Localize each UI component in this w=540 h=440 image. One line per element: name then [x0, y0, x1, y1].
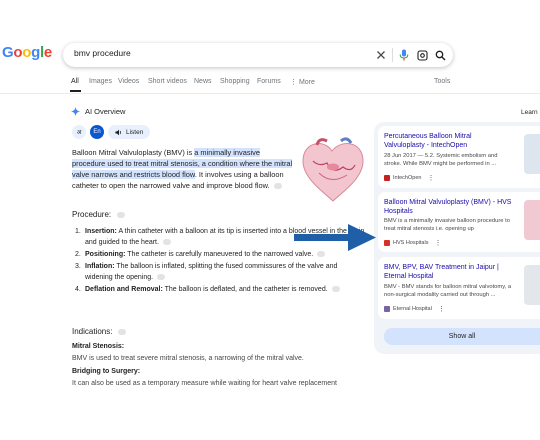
- indication-text: BMV is used to treat severe mitral steno…: [72, 355, 304, 362]
- sparkle-icon: [71, 107, 80, 116]
- citation-link-icon[interactable]: [331, 286, 340, 293]
- language-controls: अ En Listen: [72, 125, 151, 139]
- tab-news[interactable]: News: [194, 78, 212, 85]
- logo-letter: g: [31, 44, 40, 61]
- overview-summary: Balloon Mitral Valvuloplasty (BMV) is a …: [72, 147, 294, 191]
- source-title[interactable]: Percutaneous Balloon Mitral Valvuloplast…: [384, 132, 514, 150]
- source-snippet: BMV - BMV stands for balloon mitral valv…: [384, 284, 512, 298]
- speaker-icon: [115, 129, 121, 135]
- listen-label: Listen: [126, 128, 144, 136]
- step-number: 4.: [75, 286, 81, 293]
- indications-heading-text: Indications:: [72, 327, 113, 336]
- search-box[interactable]: bmv procedure: [63, 43, 453, 67]
- procedure-heading: Procedure:: [72, 210, 126, 219]
- logo-letter: e: [43, 44, 52, 61]
- tab-all[interactable]: All: [71, 78, 79, 85]
- indications-heading: Indications:: [72, 327, 127, 336]
- source-site-name: IntechOpen: [393, 175, 422, 181]
- source-site: IntechOpen ⋮: [384, 174, 434, 182]
- language-hindi-button[interactable]: अ: [72, 125, 86, 139]
- show-all-button[interactable]: Show all: [384, 328, 540, 345]
- summary-text: Balloon Mitral Valvuloplasty (BMV) is: [72, 148, 195, 157]
- more-dots-icon: ⋮: [290, 79, 299, 86]
- logo-letter: o: [22, 44, 32, 61]
- source-title[interactable]: Balloon Mitral Valvuloplasty (BMV) - HVS…: [384, 198, 514, 216]
- source-thumbnail[interactable]: [524, 200, 540, 240]
- step-text: The balloon is deflated, and the cathete…: [162, 286, 328, 293]
- tab-shopping[interactable]: Shopping: [220, 78, 250, 85]
- tab-images[interactable]: Images: [89, 78, 112, 85]
- source-site: Eternal Hospital ⋮: [384, 305, 445, 313]
- tab-more-label: More: [298, 79, 315, 86]
- active-tab-indicator: [70, 90, 81, 92]
- listen-button[interactable]: Listen: [108, 125, 151, 139]
- hvs-favicon-icon: [384, 240, 390, 246]
- source-thumbnail[interactable]: [524, 134, 540, 174]
- indication-title: Bridging to Surgery:: [72, 368, 141, 375]
- tab-tools[interactable]: Tools: [434, 78, 450, 85]
- citation-link-icon[interactable]: [157, 274, 166, 281]
- learn-more-link[interactable]: Learn: [521, 109, 538, 116]
- clear-icon[interactable]: [373, 47, 389, 63]
- step-text: The catheter is carefully maneuvered to …: [125, 251, 314, 258]
- eternal-hospital-favicon-icon: [384, 306, 390, 312]
- source-site-name: Eternal Hospital: [393, 306, 432, 312]
- heart-illustration[interactable]: [297, 137, 367, 203]
- source-site: HVS Hospitals ⋮: [384, 239, 441, 247]
- step-number: 3.: [75, 263, 81, 270]
- step-term: Deflation and Removal:: [85, 286, 163, 293]
- logo-letter: G: [2, 44, 14, 61]
- tab-short-videos[interactable]: Short videos: [148, 78, 187, 85]
- step-term: Insertion:: [85, 228, 117, 235]
- source-snippet: 28 Jun 2017 — 5.2. Systemic embolism and…: [384, 153, 498, 167]
- source-card[interactable]: Percutaneous Balloon Mitral Valvuloplast…: [378, 126, 540, 188]
- ai-overview-header: AI Overview: [71, 107, 125, 116]
- citation-link-icon[interactable]: [273, 183, 282, 190]
- more-options-icon[interactable]: ⋮: [427, 174, 434, 182]
- annotation-arrow-icon: [294, 224, 376, 251]
- search-divider: [392, 48, 393, 62]
- ai-overview-title: AI Overview: [85, 107, 126, 116]
- list-item: 3. Inflation: The balloon is inflated, s…: [75, 261, 365, 283]
- google-logo[interactable]: Google: [2, 44, 52, 61]
- step-number: 2.: [75, 251, 81, 258]
- language-english-button[interactable]: En: [90, 125, 104, 139]
- tab-more[interactable]: ⋮ More: [290, 78, 315, 86]
- citation-link-icon[interactable]: [162, 239, 171, 246]
- source-snippet: BMV is a minimally invasive balloon proc…: [384, 218, 510, 232]
- search-tabs: All Images Videos Short videos News Shop…: [0, 76, 540, 92]
- source-thumbnail[interactable]: [524, 265, 540, 305]
- source-site-name: HVS Hospitals: [393, 240, 429, 246]
- intechopen-favicon-icon: [384, 175, 390, 181]
- microphone-icon[interactable]: [396, 47, 412, 63]
- search-input[interactable]: bmv procedure: [74, 48, 131, 58]
- search-icon[interactable]: [432, 47, 448, 63]
- step-term: Positioning:: [85, 251, 126, 258]
- citation-link-icon[interactable]: [117, 211, 126, 218]
- citation-link-icon[interactable]: [118, 328, 127, 335]
- tab-videos[interactable]: Videos: [118, 78, 139, 85]
- source-card[interactable]: Balloon Mitral Valvuloplasty (BMV) - HVS…: [378, 192, 540, 252]
- source-title[interactable]: BMV, BPV, BAV Treatment in Jaipur | Eter…: [384, 263, 514, 281]
- step-number: 1.: [75, 228, 81, 235]
- procedure-heading-text: Procedure:: [72, 210, 112, 219]
- source-card[interactable]: BMV, BPV, BAV Treatment in Jaipur | Eter…: [378, 257, 540, 319]
- step-term: Inflation:: [85, 263, 115, 270]
- logo-letter: o: [13, 44, 23, 61]
- indication-text: It can also be used as a temporary measu…: [72, 380, 337, 387]
- more-options-icon[interactable]: ⋮: [434, 239, 441, 247]
- tab-forums[interactable]: Forums: [257, 78, 281, 85]
- more-options-icon[interactable]: ⋮: [438, 305, 445, 313]
- lens-icon[interactable]: [414, 47, 430, 63]
- header-divider: [0, 93, 540, 94]
- indication-title: Mitral Stenosis:: [72, 343, 125, 350]
- step-text: The balloon is inflated, splitting the f…: [85, 263, 338, 281]
- list-item: 4. Deflation and Removal: The balloon is…: [75, 284, 365, 295]
